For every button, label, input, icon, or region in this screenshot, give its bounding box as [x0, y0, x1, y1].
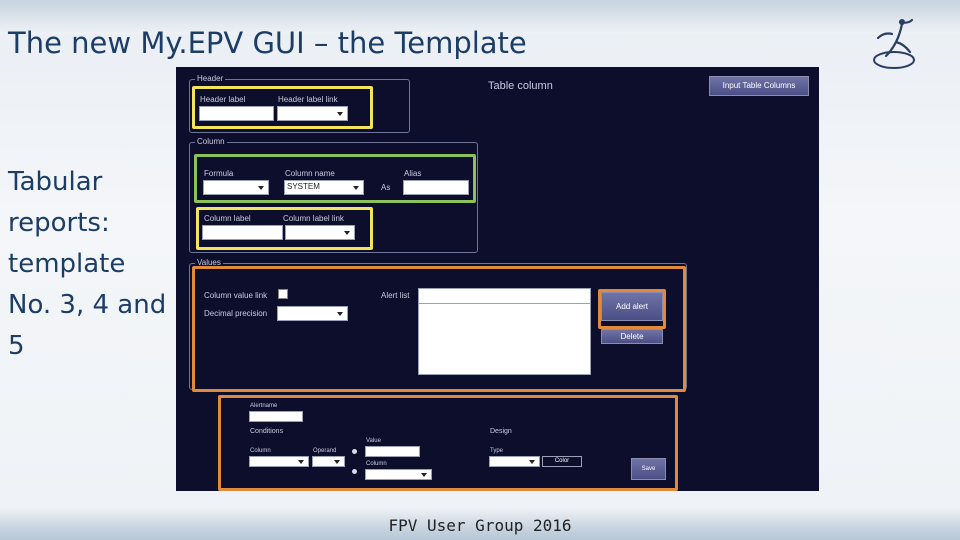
- side-line: template: [8, 249, 126, 279]
- highlight-column-name: [194, 154, 476, 203]
- highlight-header: [192, 86, 373, 129]
- column-group-title: Column: [195, 137, 227, 146]
- app-screenshot: Header Header label Header label link Ta…: [176, 67, 819, 491]
- input-table-columns-button[interactable]: Input Table Columns: [709, 76, 809, 96]
- dancer-logo-icon: [873, 18, 915, 69]
- header-group-title: Header: [195, 74, 226, 83]
- side-line: Tabular: [8, 167, 103, 197]
- highlight-alert-editor: [218, 395, 678, 491]
- slide-title: The new My.EPV GUI – the Template: [8, 26, 527, 60]
- highlight-column-label: [196, 207, 373, 250]
- table-column-title: Table column: [488, 80, 553, 92]
- highlight-values: [192, 266, 686, 392]
- side-line: No. 3, 4 and: [8, 290, 167, 320]
- footer-text: FPV User Group 2016: [388, 516, 572, 535]
- side-text: Tabular reports: template No. 3, 4 and 5: [8, 162, 166, 367]
- side-line: reports:: [8, 208, 110, 238]
- side-line: 5: [8, 331, 25, 361]
